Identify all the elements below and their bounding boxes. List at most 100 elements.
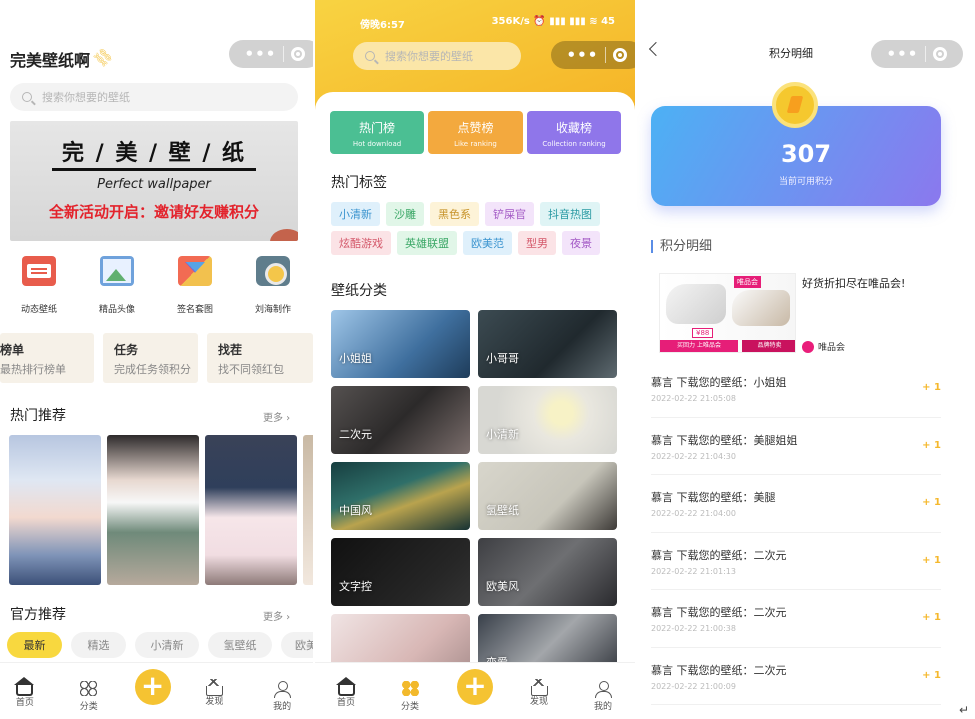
- ad-brand[interactable]: 唯品会: [802, 340, 845, 353]
- tags-section-title: 热门标签: [331, 175, 387, 191]
- promo-banner[interactable]: 完 / 美 / 壁 / 纸 Perfect wallpaper 全新活动开启：邀…: [10, 121, 298, 241]
- official-more-link[interactable]: 更多 ›: [263, 608, 290, 623]
- ad-title[interactable]: 好货折扣尽在唯品会!: [802, 275, 905, 291]
- category-tile[interactable]: 小哥哥: [478, 310, 617, 378]
- tag-chip[interactable]: 炫酷游戏: [331, 231, 391, 255]
- tag-chip[interactable]: 沙雕: [386, 202, 424, 226]
- card-ranking[interactable]: 榜单 最热排行榜单: [0, 333, 94, 383]
- ad-image[interactable]: 唯品会 ¥88 买回力 上唯品会 品牌特卖: [659, 273, 796, 353]
- tag-chip[interactable]: 英雄联盟: [397, 231, 457, 255]
- signature-icon: [178, 256, 212, 286]
- record-points: + 1: [922, 612, 941, 623]
- feature-notch[interactable]: 刘海制作: [234, 256, 312, 326]
- card-title: 榜单: [0, 343, 25, 357]
- category-label: 欧美风: [486, 580, 519, 593]
- tab-hydrogen[interactable]: 氢壁纸: [208, 632, 272, 658]
- card-spot-difference[interactable]: 找茬 找不同领红包: [207, 333, 313, 383]
- crown-icon: [529, 679, 548, 696]
- rank-subtitle: Collection ranking: [542, 140, 606, 148]
- nav-label: 分类: [400, 702, 419, 712]
- user-icon: [273, 681, 291, 698]
- status-time: 傍晚6:57: [360, 20, 405, 31]
- card-task[interactable]: 任务 完成任务领积分: [103, 333, 198, 383]
- more-icon[interactable]: •••: [567, 47, 599, 63]
- record-row: 慕言 下载您的壁纸：二次元 2022-02-22 21:00:38 + 1: [651, 590, 941, 648]
- record-text: 慕言 下载您的壁纸：小姐姐: [651, 376, 787, 389]
- hot-photo[interactable]: [107, 435, 199, 585]
- tab-featured[interactable]: 精选: [71, 632, 126, 658]
- record-text: 慕言 下载您的壁纸：二次元: [651, 548, 787, 562]
- category-tile[interactable]: 欧美风: [478, 538, 617, 606]
- tab-western[interactable]: 欧美: [281, 632, 313, 658]
- card-title: 找茬: [218, 343, 243, 357]
- nav-category[interactable]: 分类: [377, 663, 443, 712]
- category-tile[interactable]: 小姐姐: [331, 310, 470, 378]
- photo-icon: [100, 256, 134, 286]
- nav-me[interactable]: 我的: [571, 663, 635, 712]
- tag-chip[interactable]: 铲屎官: [485, 202, 534, 226]
- hot-photo[interactable]: [9, 435, 101, 585]
- more-icon[interactable]: •••: [887, 46, 919, 62]
- tag-chip[interactable]: 夜景: [562, 231, 600, 255]
- official-section-title: 官方推荐: [10, 607, 66, 623]
- category-label: 小姐姐: [339, 352, 372, 365]
- tab-fresh[interactable]: 小清新: [135, 632, 199, 658]
- tag-chip[interactable]: 小清新: [331, 202, 380, 226]
- tag-chip[interactable]: 型男: [518, 231, 556, 255]
- category-label: 文字控: [339, 580, 372, 593]
- record-date: 2022-02-22 21:01:13: [651, 566, 736, 576]
- screenshot-collage: 完美壁纸啊 ⛓ ••• 搜索你想要的壁纸 完 / 美 / 壁 / 纸 Perfe…: [0, 0, 975, 719]
- feature-signature[interactable]: 签名套图: [156, 256, 234, 326]
- plus-icon: +: [134, 669, 171, 705]
- card-title: 任务: [114, 343, 139, 357]
- close-circle-icon[interactable]: [933, 47, 948, 61]
- link-icon[interactable]: ⛓: [90, 44, 116, 70]
- status-bar: 傍晚6:57 356K/s ⏰ ▮▮▮ ▮▮▮ ≋ 45: [360, 16, 615, 31]
- category-tile[interactable]: 氢壁纸: [478, 462, 617, 530]
- category-tile[interactable]: 小清新: [478, 386, 617, 454]
- tag-chip[interactable]: 黑色系: [430, 202, 479, 226]
- nav-label: 分类: [79, 702, 98, 712]
- record-row: 慕言 下载您的壁纸：二次元 2022-02-22 21:00:09 + 1: [651, 648, 941, 705]
- rank-like-button[interactable]: 点赞榜 Like ranking: [428, 111, 523, 154]
- tag-chip[interactable]: 欧美范: [463, 231, 512, 255]
- hot-photo[interactable]: [205, 435, 297, 585]
- record-row: 慕言 下载您的壁纸：二次元 2022-02-22 21:01:13 + 1: [651, 533, 941, 590]
- nav-category[interactable]: 分类: [50, 663, 128, 712]
- nav-discover[interactable]: 发现: [177, 663, 251, 707]
- feature-dynamic-wallpaper[interactable]: 动态壁纸: [0, 256, 78, 326]
- close-circle-icon[interactable]: [613, 48, 628, 62]
- rank-collect-button[interactable]: 收藏榜 Collection ranking: [527, 111, 621, 154]
- record-points: + 1: [922, 497, 941, 508]
- record-row: 慕言 下载您的壁纸：美腿姐姐 2022-02-22 21:04:30 + 1: [651, 418, 941, 475]
- plus-icon: +: [457, 669, 493, 705]
- hot-more-link[interactable]: 更多 ›: [263, 409, 290, 424]
- hot-photo[interactable]: [303, 435, 313, 585]
- category-tile[interactable]: 文字控: [331, 538, 470, 606]
- nav-me[interactable]: 我的: [251, 663, 313, 712]
- more-icon[interactable]: •••: [245, 46, 277, 62]
- category-label: 小清新: [486, 428, 519, 441]
- user-icon: [594, 681, 612, 698]
- nav-discover[interactable]: 发现: [507, 663, 571, 707]
- nav-home[interactable]: 首页: [0, 663, 50, 708]
- rank-hot-button[interactable]: 热门榜 Hot download: [330, 111, 424, 154]
- category-tile[interactable]: 二次元: [331, 386, 470, 454]
- rank-title: 收藏榜: [555, 121, 592, 135]
- nav-label: 发现: [205, 697, 224, 707]
- nav-home[interactable]: 首页: [315, 663, 377, 708]
- search-input[interactable]: 搜索你想要的壁纸: [10, 83, 298, 111]
- record-text: 慕言 下载您的壁纸：二次元: [651, 606, 787, 619]
- app-title: 完美壁纸啊: [10, 51, 91, 70]
- category-tile[interactable]: 中国风: [331, 462, 470, 530]
- feature-label: 签名套图: [176, 305, 213, 315]
- nav-label: 首页: [336, 698, 355, 708]
- record-points: + 1: [922, 439, 941, 451]
- close-circle-icon[interactable]: [291, 47, 306, 61]
- feature-avatar[interactable]: 精品头像: [78, 256, 156, 326]
- category-label: 二次元: [339, 428, 372, 441]
- tab-latest[interactable]: 最新: [7, 632, 62, 658]
- tag-chip[interactable]: 抖音热图: [540, 202, 600, 226]
- search-input[interactable]: 搜索你想要的壁纸: [353, 42, 521, 70]
- nav-label: 我的: [593, 702, 612, 712]
